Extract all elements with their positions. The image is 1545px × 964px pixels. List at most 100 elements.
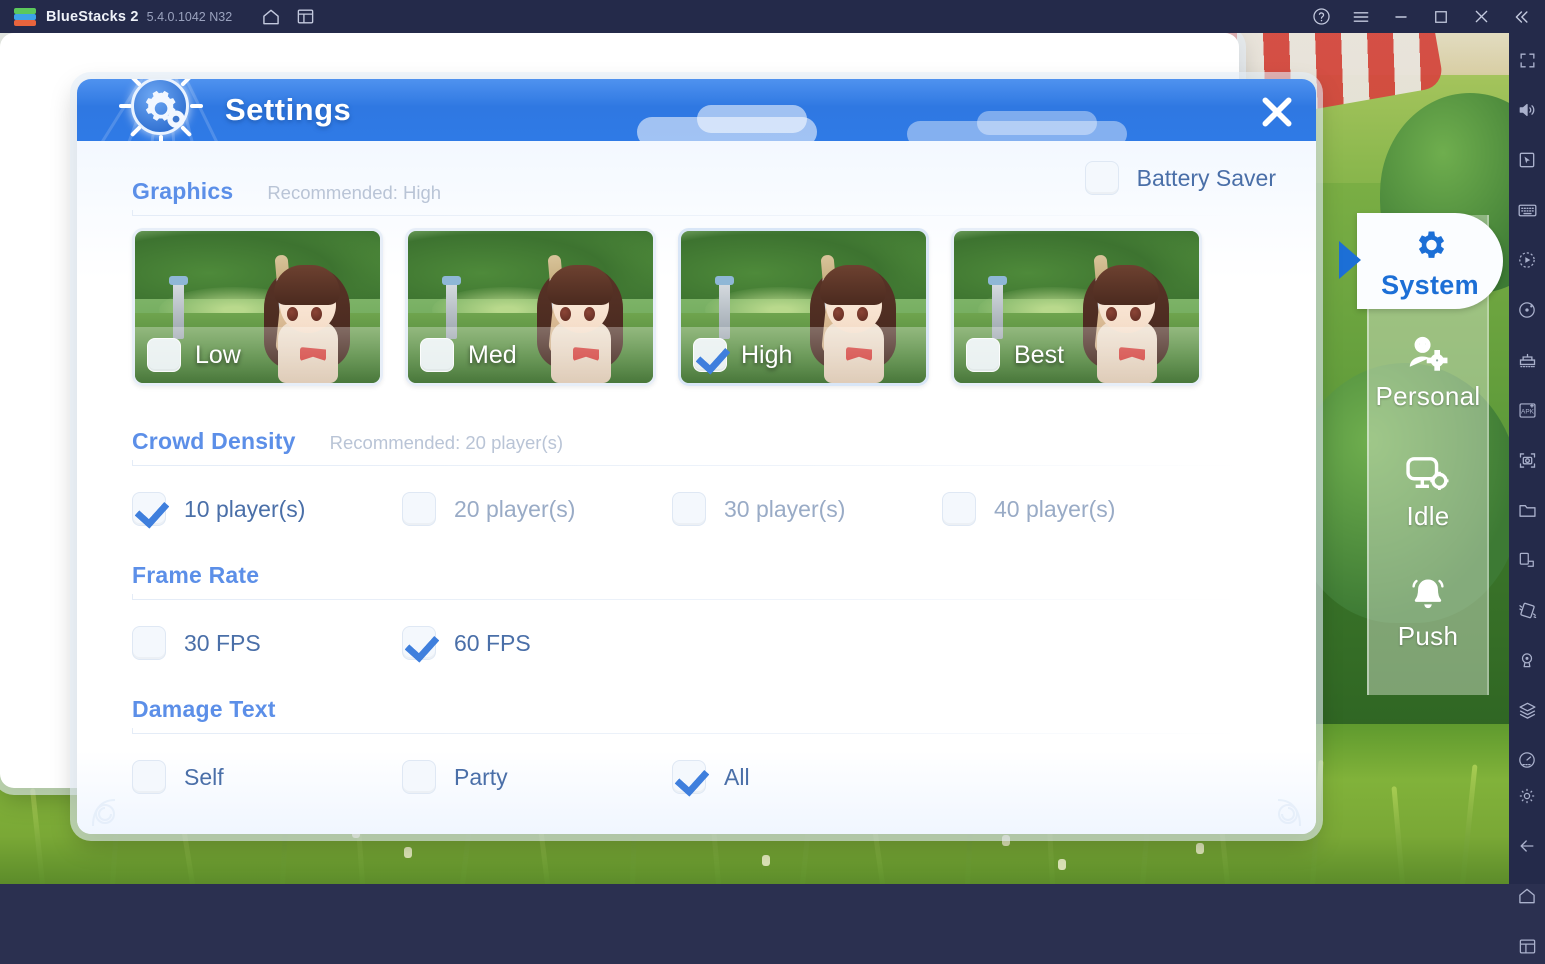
game-menu-item-idle[interactable]: Idle	[1369, 431, 1487, 551]
volume-icon[interactable]	[1509, 92, 1545, 128]
shake-icon[interactable]	[1509, 542, 1545, 578]
flower-petal	[404, 847, 412, 858]
game-menu-label: Personal	[1375, 380, 1481, 411]
damage-text-option-self[interactable]: Self	[132, 760, 402, 794]
multi-instance-sync-icon[interactable]	[1509, 342, 1545, 378]
section-header: Graphics Recommended: High Battery Saver	[132, 161, 1276, 215]
damage-text-option-all[interactable]: All	[672, 760, 942, 794]
section-title: Crowd Density	[132, 428, 296, 454]
svg-text:APK: APK	[1521, 408, 1535, 415]
section-divider	[132, 594, 1242, 600]
dialog-header: Settings	[77, 79, 1316, 141]
frame-rate-checkbox-30[interactable]	[132, 626, 166, 660]
performance-icon[interactable]	[1509, 742, 1545, 778]
minimize-icon[interactable]	[1381, 0, 1421, 33]
section-divider	[132, 210, 1242, 216]
game-menu-label: Push	[1397, 620, 1459, 651]
graphics-preset-low[interactable]: Low	[132, 228, 383, 386]
media-folder-icon[interactable]	[1509, 492, 1545, 528]
crowd-option-20[interactable]: 20 player(s)	[402, 492, 672, 526]
crowd-label: 20 player(s)	[454, 495, 576, 522]
install-apk-icon[interactable]: APK	[1509, 392, 1545, 428]
flower-petal	[1002, 835, 1010, 846]
person-gear-icon	[1406, 331, 1450, 377]
graphics-preset-high[interactable]: High	[678, 228, 929, 386]
game-menu-item-personal[interactable]: Personal	[1369, 311, 1487, 431]
dialog-title: Settings	[225, 92, 352, 127]
flower-petal	[762, 855, 770, 866]
frame-rate-option-60[interactable]: 60 FPS	[402, 626, 672, 660]
graphics-preset-best[interactable]: Best	[951, 228, 1202, 386]
damage-text-label: Party	[454, 763, 508, 790]
help-icon[interactable]	[1301, 0, 1341, 33]
cursor-icon[interactable]	[1509, 142, 1545, 178]
location-icon[interactable]	[1509, 642, 1545, 678]
crowd-option-40[interactable]: 40 player(s)	[942, 492, 1212, 526]
graphics-preset-row: Low Med High Best	[132, 228, 1276, 386]
damage-text-label: All	[724, 763, 750, 790]
section-hint: Recommended: High	[267, 182, 442, 203]
home-icon[interactable]	[254, 0, 288, 33]
crowd-checkbox-30[interactable]	[672, 492, 706, 526]
fullscreen-icon[interactable]	[1509, 42, 1545, 78]
grass-blade	[1460, 764, 1478, 884]
rotate-icon[interactable]	[1509, 292, 1545, 328]
damage-text-checkbox-party[interactable]	[402, 760, 436, 794]
preset-checkbox-low[interactable]	[147, 338, 181, 372]
layers-icon[interactable]	[1509, 692, 1545, 728]
game-menu-item-system[interactable]: System	[1357, 213, 1503, 309]
close-dialog-button[interactable]	[1252, 87, 1302, 137]
preset-label: Med	[468, 340, 517, 369]
section-graphics: Graphics Recommended: High Battery Saver	[132, 161, 1276, 386]
screenshot-icon[interactable]	[1509, 442, 1545, 478]
app-name-label: BlueStacks 2	[46, 8, 139, 25]
preset-label: High	[741, 340, 793, 369]
game-menu-label: System	[1381, 269, 1479, 300]
corner-swirl-icon	[1258, 788, 1302, 828]
dialog-body: Graphics Recommended: High Battery Saver	[77, 141, 1316, 834]
keyboard-icon[interactable]	[1509, 192, 1545, 228]
damage-text-checkbox-self[interactable]	[132, 760, 166, 794]
maximize-icon[interactable]	[1421, 0, 1461, 33]
preset-checkbox-best[interactable]	[966, 338, 1000, 372]
macro-record-icon[interactable]	[1509, 242, 1545, 278]
tilt-icon[interactable]	[1509, 592, 1545, 628]
crowd-label: 10 player(s)	[184, 495, 306, 522]
collapse-sidebar-icon[interactable]	[1501, 0, 1541, 33]
section-divider	[132, 460, 1242, 466]
frame-rate-checkbox-60[interactable]	[402, 626, 436, 660]
damage-text-checkbox-all[interactable]	[672, 760, 706, 794]
frame-rate-label: 60 FPS	[454, 629, 531, 656]
cloud-decoration	[977, 111, 1097, 135]
home-icon[interactable]	[1509, 878, 1545, 914]
crowd-checkbox-10[interactable]	[132, 492, 166, 526]
damage-text-option-party[interactable]: Party	[402, 760, 672, 794]
battery-saver-option[interactable]: Battery Saver	[1084, 161, 1276, 195]
crowd-option-10[interactable]: 10 player(s)	[132, 492, 402, 526]
recent-apps-icon[interactable]	[1509, 928, 1545, 964]
crowd-option-30[interactable]: 30 player(s)	[672, 492, 942, 526]
crowd-density-options: 10 player(s) 20 player(s) 30 player(s) 4…	[132, 492, 1276, 526]
settings-gear-icon[interactable]	[1509, 778, 1545, 814]
crowd-checkbox-20[interactable]	[402, 492, 436, 526]
frame-rate-option-30[interactable]: 30 FPS	[132, 626, 402, 660]
monitor-gear-icon	[1405, 451, 1451, 497]
preset-checkbox-high[interactable]	[693, 338, 727, 372]
grass-blade	[1391, 786, 1405, 884]
battery-saver-checkbox[interactable]	[1084, 161, 1119, 195]
crowd-checkbox-40[interactable]	[942, 492, 976, 526]
preset-checkbox-med[interactable]	[420, 338, 454, 372]
gear-icon	[1412, 222, 1448, 268]
title-bar-right-icons	[1301, 0, 1541, 33]
close-icon[interactable]	[1461, 0, 1501, 33]
cloud-decoration	[697, 105, 807, 133]
section-title: Frame Rate	[132, 562, 260, 588]
preset-label: Low	[195, 340, 241, 369]
game-menu-item-push[interactable]: Push	[1369, 551, 1487, 671]
menu-icon[interactable]	[1341, 0, 1381, 33]
battery-saver-label: Battery Saver	[1136, 164, 1276, 191]
graphics-preset-med[interactable]: Med	[405, 228, 656, 386]
multi-instance-icon[interactable]	[288, 0, 322, 33]
settings-dialog-window: Settings Graphics Recommended: High Batt…	[77, 79, 1316, 834]
back-arrow-icon[interactable]	[1509, 828, 1545, 864]
